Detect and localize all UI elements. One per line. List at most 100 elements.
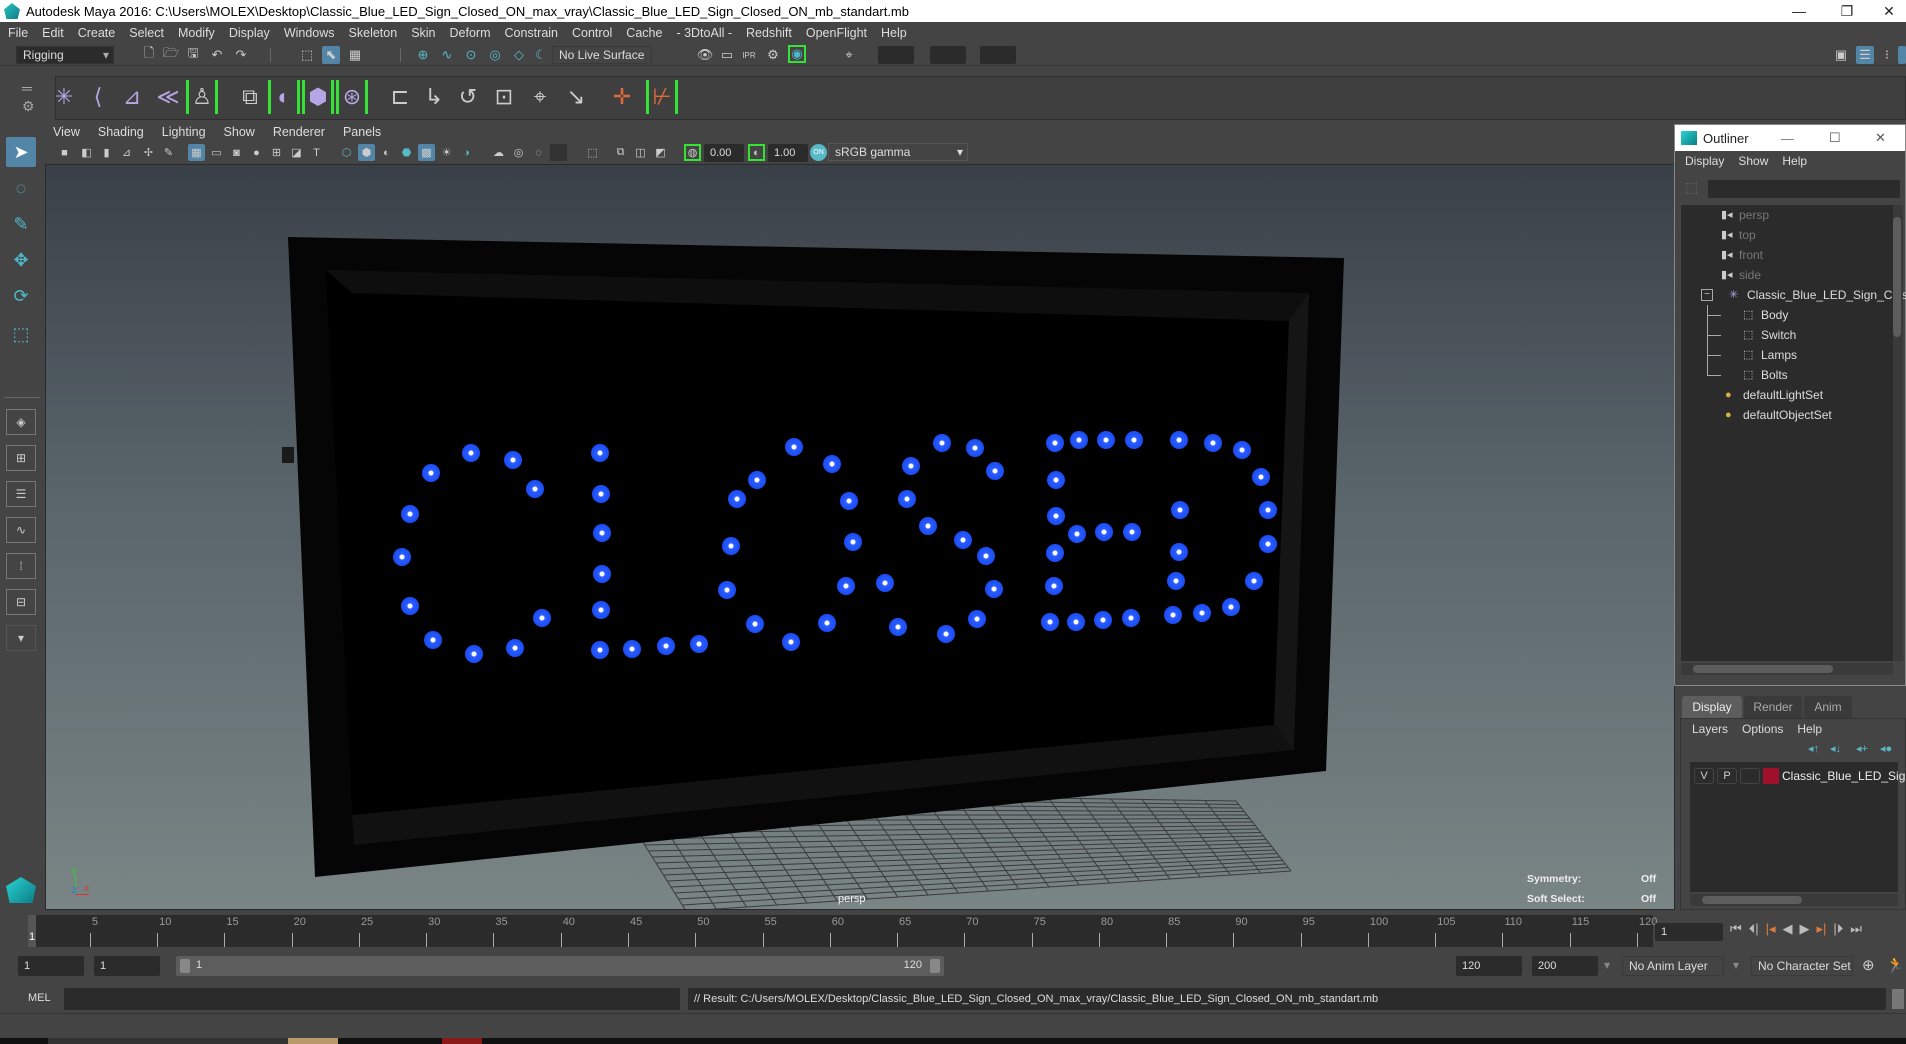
layer-menu-options[interactable]: Options [1742, 722, 1783, 736]
screen-space-ao-icon[interactable]: ☁ [490, 144, 507, 161]
outliner-maximize-button[interactable]: ☐ [1829, 130, 1841, 146]
range-end-handle[interactable] [930, 959, 940, 973]
outliner-menu-help[interactable]: Help [1782, 154, 1807, 168]
default-material-icon[interactable]: ◐ [378, 144, 395, 161]
time-ruler[interactable]: 1 5 10 15 20 25 30 35 40 45 50 55 60 65 70 75 80 85 90 95 1… [28, 915, 1657, 947]
exposure-icon[interactable]: ◍ [684, 144, 701, 161]
menu-skeleton[interactable]: Skeleton [349, 26, 398, 40]
cluster-icon[interactable]: ⊛ [336, 80, 368, 114]
panel-menu-panels[interactable]: Panels [343, 125, 381, 139]
depth-of-field-icon[interactable] [550, 144, 567, 161]
z-field[interactable] [980, 46, 1016, 64]
outliner-horizontal-scrollbar[interactable] [1681, 663, 1893, 675]
snap-curve-icon[interactable]: ∿ [438, 46, 456, 64]
script-mode-label[interactable]: MEL [28, 992, 51, 1004]
persp-outliner-layout-icon[interactable]: ☰ [6, 481, 36, 507]
persp-graph-hypershade-layout-icon[interactable]: ⊟ [6, 589, 36, 615]
xray-joints-icon[interactable]: ◫ [632, 144, 649, 161]
open-scene-icon[interactable]: 🗁 [162, 45, 180, 64]
outliner-close-button[interactable]: ✕ [1875, 130, 1886, 146]
menu-modify[interactable]: Modify [178, 26, 215, 40]
panel-menu-lighting[interactable]: Lighting [162, 125, 206, 139]
shadows-icon[interactable]: ◑ [458, 144, 475, 161]
select-camera-icon[interactable]: ■ [56, 144, 73, 161]
outliner-vertical-scrollbar[interactable] [1893, 205, 1903, 661]
anti-aliasing-icon[interactable]: ◌ [530, 144, 547, 161]
panel-menu-shading[interactable]: Shading [98, 125, 144, 139]
x-field[interactable] [878, 46, 914, 64]
xray-icon[interactable]: ⧉ [612, 144, 629, 161]
joint-tool-icon[interactable]: ✳ [48, 80, 80, 114]
menu-deform[interactable]: Deform [450, 26, 491, 40]
menu-control[interactable]: Control [572, 26, 612, 40]
minimize-button[interactable]: — [1776, 0, 1822, 22]
select-tool-icon[interactable]: ➤ [6, 137, 36, 167]
snap-grid-icon[interactable]: ⊕ [414, 46, 432, 64]
modeling-toolkit-icon[interactable]: ▣ [1832, 46, 1850, 64]
menu-cache[interactable]: Cache [626, 26, 662, 40]
range-bar[interactable]: 1 120 [176, 956, 944, 976]
menu-help[interactable]: Help [881, 26, 907, 40]
menu-skin[interactable]: Skin [411, 26, 435, 40]
menuset-dropdown[interactable]: Rigging ▾ [16, 46, 114, 64]
wireframe-on-shaded-icon[interactable]: ⬣ [398, 144, 415, 161]
step-forward-key-icon[interactable]: ▸| [1817, 921, 1827, 937]
humanik-icon[interactable]: ♙ [186, 80, 218, 114]
move-layer-down-icon[interactable]: ◂↓ [1830, 742, 1841, 755]
gate-mask-icon[interactable]: ● [248, 144, 265, 161]
menu-redshift[interactable]: Redshift [746, 26, 792, 40]
menu-edit[interactable]: Edit [42, 26, 64, 40]
menu-file[interactable]: File [8, 26, 28, 40]
maya-home-icon[interactable] [6, 877, 36, 903]
save-scene-icon[interactable]: 🖫 [184, 45, 202, 64]
viewport-persp[interactable]: y x z persp Symmetry: Off Soft Select: O… [45, 164, 1675, 910]
ipr-render-icon[interactable]: IPR [740, 46, 758, 64]
filter-icon[interactable]: ⬚ [1685, 179, 1698, 196]
step-back-frame-icon[interactable]: ⏴| [1749, 921, 1759, 937]
render-view-icon[interactable]: 👁 [696, 46, 714, 64]
single-perspective-layout-icon[interactable]: ◈ [6, 409, 36, 435]
layer-name[interactable]: Classic_Blue_LED_Sign [1782, 769, 1906, 783]
tool-settings-icon[interactable]: ⁝ [1878, 46, 1896, 64]
redo-icon[interactable]: ↷ [232, 46, 250, 64]
mirror-joint-icon[interactable]: ≪ [152, 80, 184, 114]
xray-components-icon[interactable]: ◩ [652, 144, 669, 161]
command-input[interactable] [64, 988, 680, 1010]
current-frame-field[interactable]: 1 [1655, 923, 1723, 941]
panel-menu-renderer[interactable]: Renderer [273, 125, 325, 139]
parent-constraint-icon[interactable]: ⊏ [384, 80, 416, 114]
menu-constrain[interactable]: Constrain [505, 26, 559, 40]
pole-vector-icon[interactable]: ↘ [560, 80, 592, 114]
grease-pencil-icon[interactable]: ✎ [160, 144, 177, 161]
colorspace-dropdown[interactable]: sRGB gamma ▾ [828, 143, 968, 161]
new-layer-selected-icon[interactable]: ◂● [1880, 742, 1892, 755]
live-surface-field[interactable]: No Live Surface [552, 46, 652, 64]
auto-key-icon[interactable]: ⊕ [1862, 956, 1875, 974]
point-constraint-icon[interactable]: ↳ [418, 80, 450, 114]
layer-tab-render[interactable]: Render [1744, 696, 1802, 718]
render-frame-icon[interactable]: ▭ [718, 46, 736, 64]
restore-button[interactable]: ❐ [1824, 0, 1870, 22]
smooth-shade-icon[interactable]: ⬢ [358, 144, 375, 161]
range-start-handle[interactable] [180, 959, 190, 973]
select-hierarchy-icon[interactable]: ⬚ [298, 46, 316, 64]
scale-constraint-icon[interactable]: ⊡ [488, 80, 520, 114]
use-lights-icon[interactable]: ☀ [438, 144, 455, 161]
aim-constraint-icon[interactable]: ⌖ [524, 80, 556, 114]
layer-horizontal-scrollbar[interactable] [1690, 894, 1898, 906]
outliner-menu-display[interactable]: Display [1685, 154, 1724, 168]
menu-openflight[interactable]: OpenFlight [806, 26, 867, 40]
menu-3dtoall[interactable]: - 3DtoAll - [676, 26, 732, 40]
grid-toggle-icon[interactable]: ▦ [188, 144, 205, 161]
menu-display[interactable]: Display [229, 26, 270, 40]
bind-skin-icon[interactable]: ⧉ [234, 80, 266, 114]
hypershade-icon[interactable]: ◉ [788, 45, 806, 63]
panel-menu-view[interactable]: View [53, 125, 80, 139]
film-gate-icon[interactable]: ▭ [208, 144, 225, 161]
paint-weights-icon[interactable]: ◐ [268, 80, 300, 114]
lattice-icon[interactable]: ⬢ [302, 80, 334, 114]
select-component-icon[interactable]: ▦ [346, 46, 364, 64]
ik-handle-icon[interactable]: ⟨ [82, 80, 114, 114]
ik-spline-icon[interactable]: ⊿ [116, 80, 148, 114]
bookmark-icon[interactable]: ▮ [98, 144, 115, 161]
